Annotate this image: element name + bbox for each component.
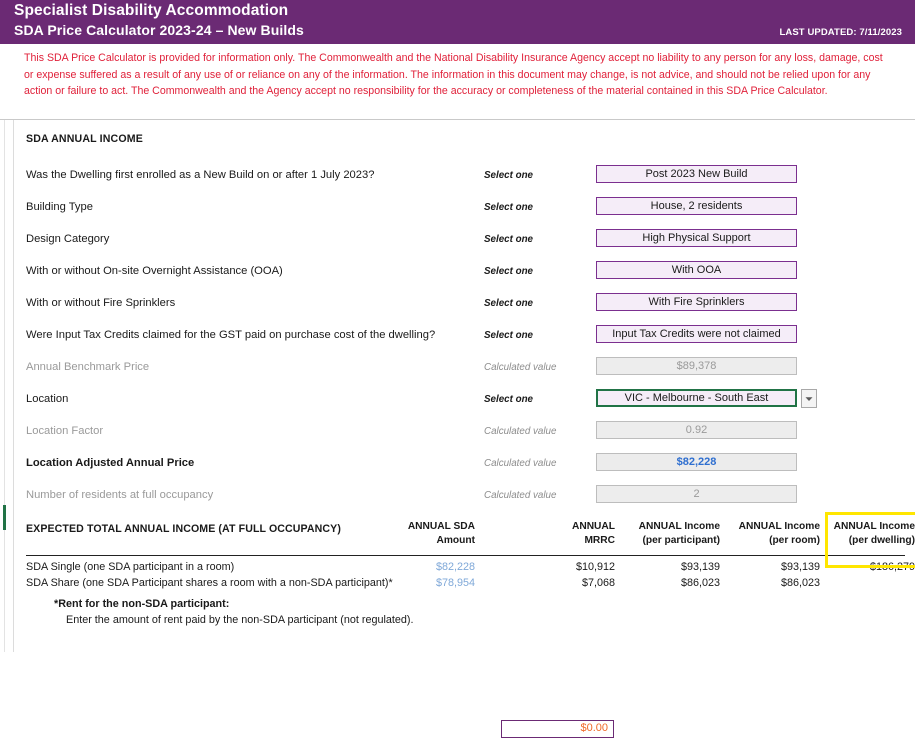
- table-row: SDA Single (one SDA participant in a roo…: [14, 561, 915, 576]
- form-row-input-type: Select one: [484, 234, 534, 245]
- column-header-line1: ANNUAL Income: [638, 521, 720, 532]
- section-title: SDA ANNUAL INCOME: [26, 133, 143, 145]
- cell-sda-amount: $82,228: [435, 561, 475, 573]
- form-row-input-type: Calculated value: [484, 362, 557, 373]
- form-row-input-type: Select one: [484, 170, 534, 181]
- income-table-title: EXPECTED TOTAL ANNUAL INCOME (AT FULL OC…: [26, 523, 341, 535]
- cell-per-room: $93,139: [780, 561, 820, 573]
- column-header: ANNUAL Income (per dwelling): [829, 520, 915, 548]
- disclaimer-text: This SDA Price Calculator is provided fo…: [24, 52, 883, 98]
- form-row: With or without On-site Overnight Assist…: [14, 261, 915, 285]
- form-row-input-type: Select one: [484, 330, 534, 341]
- sheet-body: SDA ANNUAL INCOME Was the Dwelling first…: [14, 120, 915, 738]
- table-row-label: SDA Single (one SDA participant in a roo…: [26, 561, 235, 573]
- table-row: SDA Share (one SDA Participant shares a …: [14, 577, 915, 592]
- gridline: [4, 120, 5, 652]
- cell-per-dwelling: $186,279: [869, 561, 915, 573]
- column-header: ANNUAL Income (per participant): [625, 520, 720, 548]
- form-row-input-type: Calculated value: [484, 490, 557, 501]
- column-header-line1: ANNUAL Income: [738, 521, 820, 532]
- form-row: Were Input Tax Credits claimed for the G…: [14, 325, 915, 349]
- chevron-down-icon[interactable]: [801, 389, 817, 408]
- form-row: Building Type Select one House, 2 resident…: [14, 197, 915, 221]
- cell-sda-amount: $78,954: [435, 577, 475, 589]
- cell-per-room: $86,023: [780, 577, 820, 589]
- form-row-label: With or without On-site Overnight Assist…: [26, 265, 283, 277]
- column-header-line2: (per participant): [642, 535, 720, 546]
- form-row-input-type: Select one: [484, 298, 534, 309]
- form-row-label: Location Adjusted Annual Price: [26, 457, 195, 469]
- sheet-left-margin: [0, 120, 14, 652]
- rent-amount-input[interactable]: $0.00: [501, 720, 614, 738]
- calculated-value-field: $89,378: [596, 357, 797, 375]
- form-row-label: With or without Fire Sprinklers: [26, 297, 176, 309]
- calculated-value-field: $82,228: [596, 453, 797, 471]
- column-header-line1: ANNUAL SDA: [407, 521, 475, 532]
- column-header-line2: MRRC: [584, 535, 615, 546]
- page-title-secondary: SDA Price Calculator 2023-24 – New Build…: [14, 22, 304, 38]
- cell-per-participant: $93,139: [680, 561, 720, 573]
- form-row: Location Adjusted Annual Price Calculated…: [14, 453, 915, 477]
- form-row-input-type: Select one: [484, 394, 534, 405]
- column-header-line1: ANNUAL Income: [833, 521, 915, 532]
- form-row-input-type: Select one: [484, 202, 534, 213]
- page-title-primary: Specialist Disability Accommodation: [14, 2, 289, 19]
- dropdown-5[interactable]: With Fire Sprinklers: [596, 293, 797, 311]
- cell-mrrc: $10,912: [575, 561, 615, 573]
- form-row-label: Building Type: [26, 201, 93, 213]
- form-row-label: Design Category: [26, 233, 110, 245]
- form-row-label: Number of residents at full occupancy: [26, 489, 214, 501]
- calculated-value-field: 0.92: [596, 421, 797, 439]
- last-updated-label: LAST UPDATED: 7/11/2023: [779, 27, 902, 38]
- column-header: ANNUAL Income (per room): [725, 520, 820, 548]
- dropdown-4[interactable]: With OOA: [596, 261, 797, 279]
- form-row-label: Were Input Tax Credits claimed for the G…: [26, 329, 436, 341]
- location-dropdown[interactable]: VIC - Melbourne - South East: [596, 389, 797, 407]
- form-row: With or without Fire Sprinklers Select on…: [14, 293, 915, 317]
- column-header-line2: (per room): [769, 535, 820, 546]
- form-row-label: Location Factor: [26, 425, 104, 437]
- form-row: Location Factor Calculated value 0.92: [14, 421, 915, 445]
- table-header-rule: [26, 555, 905, 556]
- column-header-line2: Amount: [436, 535, 475, 546]
- dropdown-2[interactable]: House, 2 residents: [596, 197, 797, 215]
- disclaimer-banner: This SDA Price Calculator is provided fo…: [0, 44, 915, 120]
- form-row: Annual Benchmark Price Calculated value $8…: [14, 357, 915, 381]
- form-row-label: Annual Benchmark Price: [26, 361, 150, 373]
- form-row: Location Select one VIC - Melbourne - Sout…: [14, 389, 915, 413]
- cell-mrrc: $7,068: [581, 577, 615, 589]
- form-row-input-type: Calculated value: [484, 426, 557, 437]
- form-row: Number of residents at full occupancy Cal…: [14, 485, 915, 509]
- footnote-text: Enter the amount of rent paid by the non…: [66, 614, 414, 626]
- active-row-marker: [3, 505, 6, 530]
- dropdown-1[interactable]: Post 2023 New Build: [596, 165, 797, 183]
- column-header-line1: ANNUAL: [571, 521, 615, 532]
- dropdown-6[interactable]: Input Tax Credits were not claimed: [596, 325, 797, 343]
- form-row-input-type: Calculated value: [484, 458, 557, 469]
- table-row-label: SDA Share (one SDA Participant shares a …: [26, 577, 393, 589]
- dropdown-3[interactable]: High Physical Support: [596, 229, 797, 247]
- form-row-input-type: Select one: [484, 266, 534, 277]
- column-header-line2: (per dwelling): [848, 535, 915, 546]
- form-row: Was the Dwelling first enrolled as a New…: [14, 165, 915, 189]
- column-header: ANNUAL MRRC: [525, 520, 615, 548]
- app-header: Specialist Disability Accommodation SDA …: [0, 0, 915, 44]
- footnote-heading: *Rent for the non-SDA participant:: [54, 598, 230, 610]
- cell-per-participant: $86,023: [680, 577, 720, 589]
- form-row: Design Category Select one High Physical S…: [14, 229, 915, 253]
- column-header: ANNUAL SDA Amount: [400, 520, 475, 548]
- form-row-label: Location: [26, 393, 69, 405]
- form-row-label: Was the Dwelling first enrolled as a New…: [26, 169, 375, 181]
- calculated-value-field: 2: [596, 485, 797, 503]
